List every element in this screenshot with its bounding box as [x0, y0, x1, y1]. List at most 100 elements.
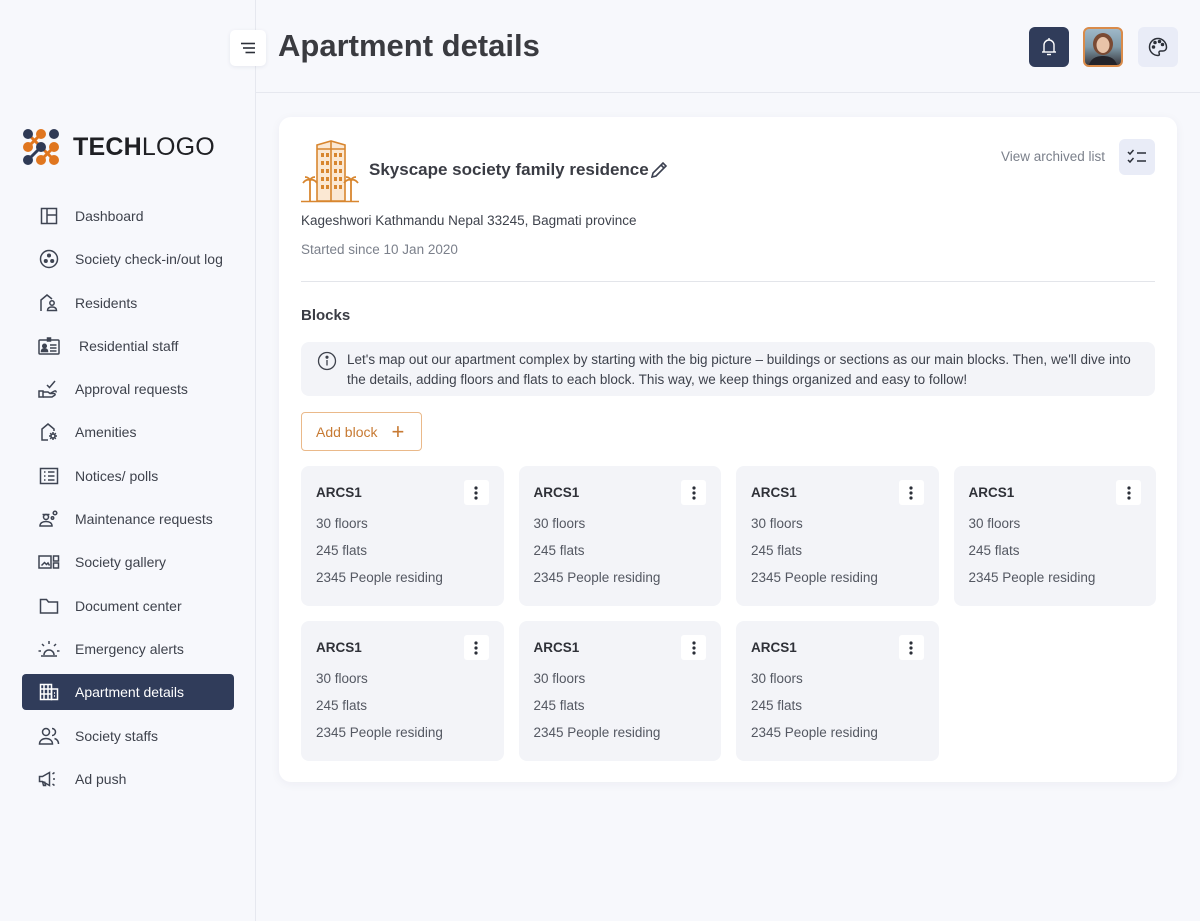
kebab-icon	[474, 485, 478, 500]
block-menu-button[interactable]	[463, 635, 489, 660]
staff-icon	[38, 725, 60, 747]
block-card[interactable]: ARCS1 30 floors 245 flats 2345 People re…	[518, 621, 721, 761]
add-block-label: Add block	[316, 423, 378, 440]
block-people: 2345 People residing	[533, 570, 661, 585]
block-flats: 245 flats	[533, 698, 585, 713]
edit-residence-button[interactable]	[649, 160, 669, 180]
id-card-icon	[38, 335, 60, 357]
block-menu-button[interactable]	[898, 635, 924, 660]
block-flats: 245 flats	[316, 543, 368, 558]
sidebar-item-label: Society gallery	[75, 554, 167, 571]
sidebar-item-label: Society staffs	[75, 727, 159, 744]
maintenance-icon	[38, 508, 60, 530]
sidebar-item-residential-staff[interactable]: Residential staff	[22, 328, 234, 364]
sidebar-item-checkin-log[interactable]: Society check-in/out log	[22, 241, 234, 277]
kebab-icon	[909, 485, 913, 500]
block-flats: 245 flats	[533, 543, 585, 558]
blocks-grid: ARCS1 30 floors 245 flats 2345 People re…	[301, 466, 1156, 761]
sidebar-item-notices-polls[interactable]: Notices/ polls	[22, 458, 234, 494]
block-card[interactable]: ARCS1 30 floors 245 flats 2345 People re…	[953, 466, 1156, 606]
kebab-icon	[691, 640, 696, 655]
sidebar-item-dashboard[interactable]: Dashboard	[22, 198, 234, 234]
sidebar-item-ad-push[interactable]: Ad push	[22, 761, 234, 797]
sidebar-item-label: Ad push	[75, 770, 127, 787]
block-card[interactable]: ARCS1 30 floors 245 flats 2345 People re…	[301, 621, 504, 761]
gallery-icon	[38, 551, 60, 573]
sidebar-item-label: Maintenance requests	[75, 511, 213, 528]
building-illustration-icon	[301, 140, 359, 203]
sidebar-item-maintenance-requests[interactable]: Maintenance requests	[22, 501, 234, 537]
sidebar-item-label: Society check-in/out log	[75, 251, 223, 268]
block-floors: 30 floors	[751, 671, 803, 686]
block-menu-button[interactable]	[898, 480, 924, 505]
kebab-icon	[691, 485, 696, 500]
avatar[interactable]	[1083, 27, 1123, 67]
user-photo-icon	[1089, 33, 1117, 65]
block-card[interactable]: ARCS1 30 floors 245 flats 2345 People re…	[736, 621, 939, 761]
archived-list-button[interactable]	[1119, 139, 1155, 175]
residence-name: Skyscape society family residence	[369, 160, 649, 179]
folder-icon	[38, 595, 60, 617]
block-name: ARCS1	[751, 485, 797, 500]
approval-hand-icon	[38, 378, 60, 400]
sidebar-item-label: Residential staff	[79, 337, 179, 354]
block-name: ARCS1	[316, 640, 362, 655]
palette-icon	[1148, 37, 1168, 57]
dashboard-icon	[38, 205, 60, 227]
apartment-details-card: Skyscape society family residence Kagesh…	[279, 117, 1177, 782]
menu-toggle-button[interactable]	[230, 30, 266, 66]
block-card[interactable]: ARCS1 30 floors 245 flats 2345 People re…	[301, 466, 504, 606]
kebab-icon	[1126, 485, 1131, 500]
sidebar-item-apartment-details[interactable]: Apartment details	[22, 674, 234, 711]
amenities-icon	[38, 421, 60, 443]
block-floors: 30 floors	[533, 516, 586, 531]
block-people: 2345 People residing	[751, 570, 878, 585]
logo[interactable]: TECHLOGO	[22, 128, 215, 166]
menu-icon	[241, 42, 255, 54]
sidebar-item-label: Amenities	[75, 424, 137, 441]
sidebar-item-residents[interactable]: Residents	[22, 285, 234, 321]
info-icon	[317, 351, 337, 377]
blocks-info-banner: Let's map out our apartment complex by s…	[301, 342, 1155, 396]
sidebar-item-emergency-alerts[interactable]: Emergency alerts	[22, 631, 234, 667]
block-card[interactable]: ARCS1 30 floors 245 flats 2345 People re…	[736, 466, 939, 606]
bell-icon	[1042, 38, 1056, 56]
sidebar-item-society-gallery[interactable]: Society gallery	[22, 544, 234, 580]
residence-since: Started since 10 Jan 2020	[301, 242, 458, 257]
block-floors: 30 floors	[533, 671, 586, 686]
block-card[interactable]: ARCS1 30 floors 245 flats 2345 People re…	[518, 466, 721, 606]
block-flats: 245 flats	[316, 698, 368, 713]
logo-text: TECHLOGO	[73, 133, 215, 162]
theme-palette-button[interactable]	[1138, 27, 1178, 67]
block-floors: 30 floors	[751, 516, 803, 531]
block-people: 2345 People residing	[316, 570, 443, 585]
kebab-icon	[909, 640, 913, 655]
checklist-icon	[1127, 149, 1146, 164]
sidebar-nav: Dashboard Society check-in/out log Resid…	[22, 198, 234, 804]
checkin-log-icon	[38, 248, 60, 270]
block-people: 2345 People residing	[751, 725, 878, 740]
add-block-button[interactable]: Add block +	[301, 412, 422, 451]
block-people: 2345 People residing	[968, 570, 1096, 585]
block-flats: 245 flats	[968, 543, 1020, 558]
block-menu-button[interactable]	[1116, 480, 1141, 505]
sidebar-item-approval-requests[interactable]: Approval requests	[22, 371, 234, 407]
block-flats: 245 flats	[751, 543, 803, 558]
view-archived-link[interactable]: View archived list	[1001, 149, 1105, 164]
page-title: Apartment details	[278, 28, 540, 63]
logo-text-light: LOGO	[141, 132, 215, 161]
block-floors: 30 floors	[316, 516, 368, 531]
sidebar-item-document-center[interactable]: Document center	[22, 588, 234, 624]
pencil-icon	[650, 161, 668, 179]
sidebar-item-society-staffs[interactable]: Society staffs	[22, 718, 234, 754]
block-floors: 30 floors	[316, 671, 368, 686]
block-floors: 30 floors	[968, 516, 1021, 531]
block-people: 2345 People residing	[533, 725, 661, 740]
notifications-button[interactable]	[1029, 27, 1069, 67]
block-menu-button[interactable]	[681, 480, 706, 505]
sidebar-item-label: Emergency alerts	[75, 640, 184, 657]
block-menu-button[interactable]	[463, 480, 489, 505]
block-menu-button[interactable]	[681, 635, 706, 660]
siren-icon	[38, 638, 60, 660]
sidebar-item-amenities[interactable]: Amenities	[22, 414, 234, 450]
